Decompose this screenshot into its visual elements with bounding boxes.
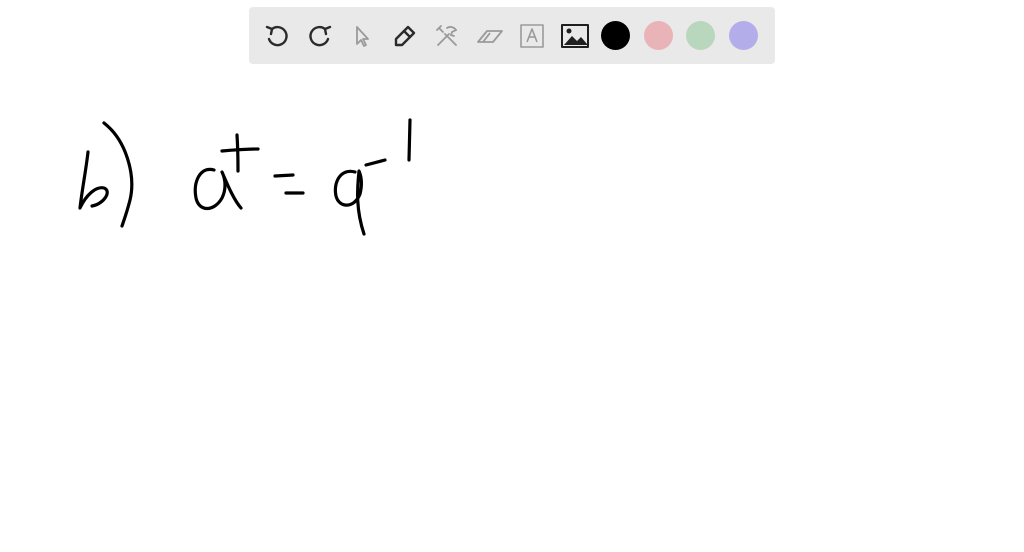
undo-icon	[263, 22, 291, 50]
drawing-toolbar	[249, 7, 775, 64]
eraser-tool-button[interactable]	[474, 20, 506, 52]
color-swatch-black[interactable]	[601, 21, 630, 50]
shapes-tool-button[interactable]	[431, 20, 463, 52]
handwriting-ink	[78, 118, 412, 236]
text-icon	[519, 23, 545, 49]
tools-icon	[434, 23, 460, 49]
redo-button[interactable]	[304, 20, 336, 52]
image-tool-button[interactable]	[559, 20, 591, 52]
text-tool-button[interactable]	[516, 20, 548, 52]
pen-tool-button[interactable]	[389, 20, 421, 52]
pen-icon	[392, 23, 418, 49]
redo-icon	[306, 22, 334, 50]
image-icon	[560, 23, 590, 49]
color-swatch-red[interactable]	[643, 21, 673, 50]
undo-button[interactable]	[261, 20, 293, 52]
color-swatch-green[interactable]	[686, 21, 715, 50]
pointer-icon	[350, 24, 374, 48]
pointer-tool-button[interactable]	[346, 20, 378, 52]
drawing-canvas[interactable]	[0, 0, 1024, 552]
eraser-icon	[475, 23, 505, 49]
color-swatch-purple[interactable]	[728, 21, 758, 50]
